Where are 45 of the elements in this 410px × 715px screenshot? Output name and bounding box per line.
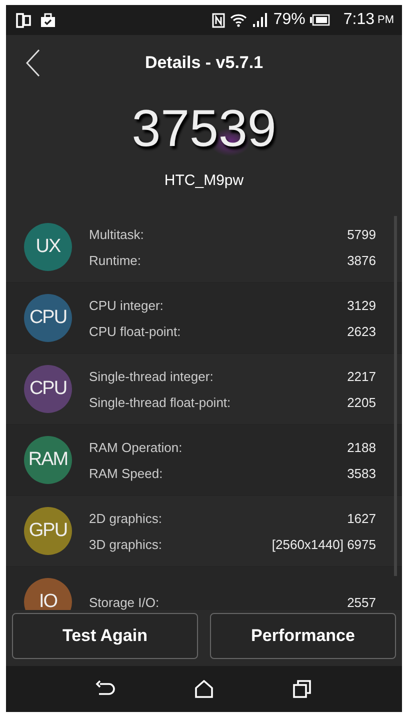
test-score: [2560x1440] 6975 [272, 536, 376, 552]
test-name: Runtime: [89, 252, 142, 268]
category-badge: IO [24, 578, 72, 610]
signal-icon [252, 13, 268, 27]
screen-title: Details - v5.7.1 [144, 53, 264, 73]
test-score: 3583 [347, 466, 376, 480]
back-icon[interactable] [95, 680, 116, 698]
clock-time: 7:13 [343, 11, 374, 29]
category-badge: CPU [24, 294, 72, 342]
back-icon[interactable] [26, 49, 40, 77]
category-badge: GPU [24, 507, 72, 555]
test-name: 3D graphics: [89, 536, 162, 552]
home-icon[interactable] [194, 680, 214, 698]
test-name: Multitask: [89, 226, 144, 242]
battery-icon [310, 14, 330, 26]
test-name: Single-thread integer: [89, 368, 214, 384]
test-name: CPU integer: [89, 298, 164, 312]
test-name: Single-thread float-point: [89, 394, 231, 410]
battery-percent: 79% [273, 11, 306, 29]
clock-ampm: PM [378, 14, 394, 26]
category-badge: RAM [24, 436, 72, 484]
test-score: 2205 [347, 394, 376, 410]
briefcase-icon [40, 12, 56, 28]
action-button[interactable]: Test Again [12, 613, 198, 659]
test-name: RAM Operation: [89, 440, 182, 454]
test-score: 3876 [347, 252, 376, 268]
test-name: 2D graphics: [89, 510, 162, 526]
category-badge: UX [24, 223, 72, 271]
test-score: 5799 [347, 226, 376, 242]
nfc-icon [212, 12, 226, 28]
test-score: 1627 [347, 510, 376, 526]
test-name: RAM Speed: [89, 466, 163, 480]
test-score: 2623 [347, 324, 376, 338]
test-score: 3129 [347, 298, 376, 312]
device-name: HTC_M9pw [163, 172, 245, 191]
recent-apps-icon[interactable] [292, 680, 313, 698]
test-score: 2217 [347, 368, 376, 384]
test-name: CPU float-point: [89, 324, 181, 338]
test-name: Storage I/O: [89, 594, 160, 610]
test-score: 2557 [347, 594, 376, 610]
wifi-icon [230, 12, 248, 28]
category-badge: CPU [24, 365, 72, 413]
phone-icon [16, 12, 32, 28]
test-score: 2188 [347, 440, 376, 454]
action-button[interactable]: Performance [210, 613, 396, 659]
